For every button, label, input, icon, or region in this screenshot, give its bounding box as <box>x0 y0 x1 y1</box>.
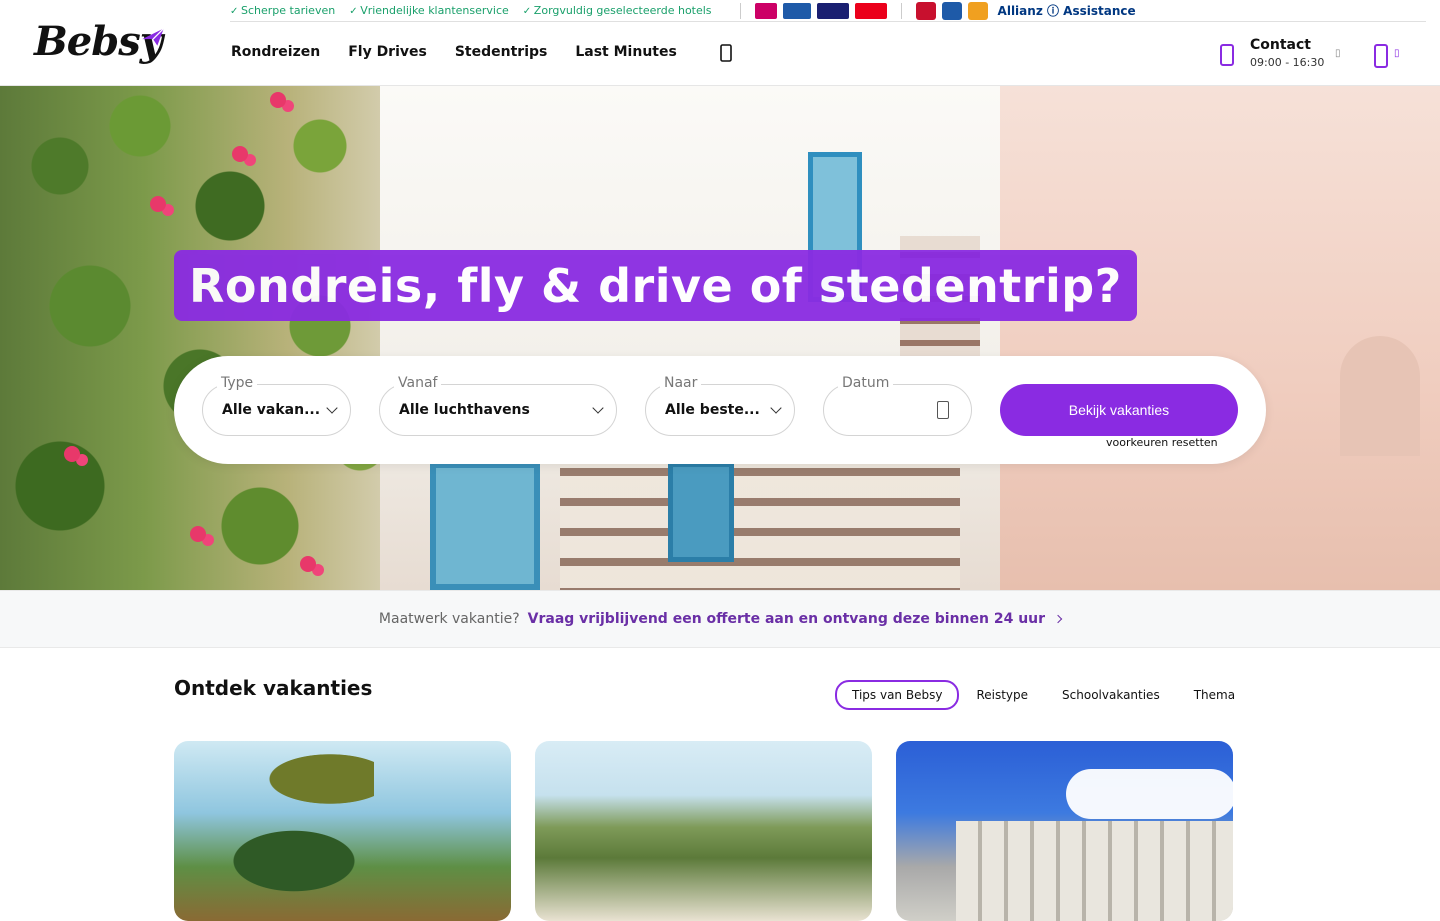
divider <box>900 2 902 19</box>
holiday-card[interactable] <box>535 741 872 921</box>
chevron-down-icon: ▯ <box>1335 48 1341 59</box>
type-select[interactable]: Type Alle vakan... <box>202 375 351 436</box>
chevron-down-icon <box>592 402 604 414</box>
tab-schoolvakanties[interactable]: Schoolvakanties <box>1045 680 1177 710</box>
anvr-icon <box>941 1 962 20</box>
usp-bar: ✓ Scherpe tarieven ✓ Vriendelijke klantens… <box>230 0 1426 22</box>
search-form: Type Alle vakan... Vanaf Alle luchthaven… <box>174 356 1266 464</box>
chevron-down-icon <box>326 402 338 414</box>
custom-trip-banner: Maatwerk vakantie? Vraag vrijblijvend ee… <box>0 590 1440 648</box>
ideal-icon <box>754 2 777 19</box>
departure-value: Alle luchthavens <box>399 402 530 418</box>
type-label: Type <box>217 375 258 391</box>
flower <box>232 146 248 162</box>
contact-title: Contact <box>1250 37 1311 53</box>
main-nav: Rondreizen Fly Drives Stedentrips Last M… <box>231 44 677 60</box>
calendar-icon <box>937 401 949 419</box>
bancontact-icon <box>782 2 811 19</box>
contact-hours: 09:00 - 16:30 <box>1250 56 1325 69</box>
search-icon[interactable] <box>718 44 734 62</box>
reisgarantie-icon <box>915 1 936 20</box>
departure-label: Vanaf <box>394 375 442 391</box>
nav-stedentrips[interactable]: Stedentrips <box>455 44 548 60</box>
flower <box>300 556 316 572</box>
nav-fly-drives[interactable]: Fly Drives <box>348 44 427 60</box>
user-icon <box>1374 44 1388 68</box>
quote-request-link[interactable]: Vraag vrijblijvend een offerte aan en on… <box>528 611 1045 627</box>
check-icon: ✓ <box>522 6 532 17</box>
nav-rondreizen[interactable]: Rondreizen <box>231 44 320 60</box>
card-image-cloud <box>1066 769 1233 819</box>
type-value: Alle vakan... <box>222 402 321 418</box>
mastercard-icon <box>854 2 887 19</box>
allianz-assistance-logo: Allianz ⓘ Assistance <box>997 4 1136 18</box>
date-label: Datum <box>838 375 894 391</box>
reset-preferences-link[interactable]: voorkeuren resetten <box>1106 436 1218 449</box>
card-image-palm <box>214 821 374 901</box>
destination-label: Naar <box>660 375 702 391</box>
contact-block[interactable]: Contact 09:00 - 16:30 ▯ <box>1220 36 1345 72</box>
holiday-cards <box>174 741 1233 921</box>
usp-item: ✓ Vriendelijke klantenservice <box>349 4 509 17</box>
destination-select[interactable]: Naar Alle beste... <box>645 375 795 436</box>
promo-lead: Maatwerk vakantie? <box>378 611 520 627</box>
divider <box>739 2 741 19</box>
account-button[interactable]: ▯ <box>1374 44 1404 70</box>
phone-icon <box>1220 44 1234 66</box>
view-holidays-button[interactable]: Bekijk vakanties <box>1000 384 1238 436</box>
flower <box>190 526 206 542</box>
chevron-right-icon <box>1053 614 1063 624</box>
usp-item: ✓ Zorgvuldig geselecteerde hotels <box>522 4 712 17</box>
site-header: Bebsy ✓ Scherpe tarieven ✓ Vriendelijke kl… <box>0 0 1440 86</box>
card-image-town <box>956 821 1233 921</box>
bebsy-logo[interactable]: Bebsy <box>34 18 174 74</box>
hero-blue-door-bottom <box>430 462 540 590</box>
usp-item: ✓ Scherpe tarieven <box>230 4 336 17</box>
certifications <box>915 1 988 20</box>
discover-tabs: Tips van Bebsy Reistype Schoolvakanties … <box>835 680 1252 710</box>
holiday-card[interactable] <box>174 741 511 921</box>
check-icon: ✓ <box>230 6 239 17</box>
visa-icon <box>816 2 849 19</box>
section-title: Ontdek vakanties <box>174 676 373 700</box>
plane-icon <box>142 27 165 46</box>
flower <box>150 196 166 212</box>
departure-select[interactable]: Vanaf Alle luchthavens <box>379 375 617 436</box>
date-field[interactable]: Datum <box>823 375 972 436</box>
holiday-card[interactable] <box>896 741 1233 921</box>
chevron-down-icon <box>770 402 782 414</box>
hero-steps <box>560 446 960 590</box>
flower <box>64 446 80 462</box>
destination-value: Alle beste... <box>665 402 760 418</box>
hero-banner: Rondreis, fly & drive of stedentrip? Typ… <box>0 86 1440 590</box>
payment-methods <box>754 2 887 19</box>
tab-tips-van-bebsy[interactable]: Tips van Bebsy <box>835 680 960 710</box>
hero-blue-window <box>668 462 734 562</box>
sgr-icon <box>967 1 988 20</box>
hero-arch <box>1340 336 1420 456</box>
hero-headline: Rondreis, fly & drive of stedentrip? <box>174 250 1137 321</box>
hero-bougainvillea <box>0 86 400 590</box>
flower <box>270 92 286 108</box>
tab-thema[interactable]: Thema <box>1177 680 1252 710</box>
hero-title: Rondreis, fly & drive of stedentrip? <box>189 258 1122 313</box>
tab-reistype[interactable]: Reistype <box>959 680 1045 710</box>
menu-icon: ▯ <box>1394 48 1400 59</box>
check-icon: ✓ <box>349 6 358 17</box>
nav-last-minutes[interactable]: Last Minutes <box>575 44 676 60</box>
